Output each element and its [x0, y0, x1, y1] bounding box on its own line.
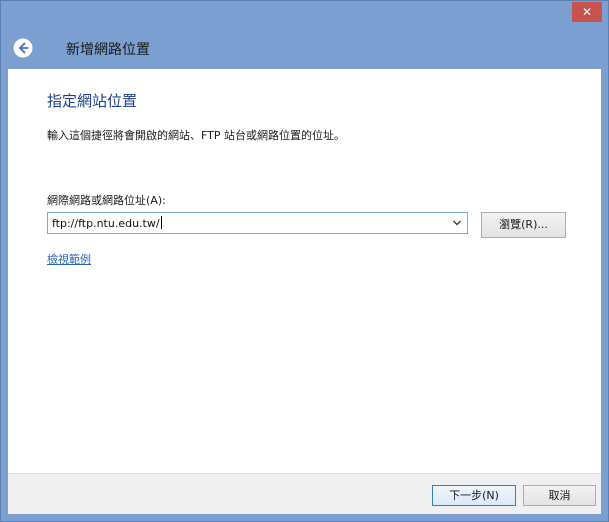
- chevron-down-icon[interactable]: [450, 216, 464, 230]
- back-button[interactable]: [13, 38, 33, 58]
- add-network-location-window: ✕ 新增網路位置 指定網站位置 輸入這個捷徑將會開啟的網站、FTP 站台或網路位…: [0, 0, 609, 522]
- address-label: 網際網路或網路位址(A):: [47, 194, 166, 207]
- close-icon: ✕: [581, 5, 593, 19]
- back-arrow-icon: [13, 38, 33, 58]
- browse-button[interactable]: 瀏覽(R)...: [481, 212, 566, 238]
- title-bar: ✕ 新增網路位置: [1, 1, 608, 69]
- address-input[interactable]: ftp://ftp.ntu.edu.tw/: [52, 216, 162, 230]
- address-combobox[interactable]: ftp://ftp.ntu.edu.tw/: [47, 212, 468, 234]
- window-title: 新增網路位置: [66, 42, 150, 58]
- instruction-text: 輸入這個捷徑將會開啟的網站、FTP 站台或網路位置的位址。: [47, 129, 345, 142]
- close-button[interactable]: ✕: [572, 2, 602, 22]
- page-title: 指定網站位置: [47, 92, 138, 110]
- cancel-button[interactable]: 取消: [523, 485, 596, 506]
- address-input-value: ftp://ftp.ntu.edu.tw/: [52, 217, 160, 230]
- next-button[interactable]: 下一步(N): [432, 485, 516, 506]
- text-caret: [160, 216, 162, 229]
- view-examples-link[interactable]: 檢視範例: [47, 251, 91, 267]
- wizard-content: 指定網站位置 輸入這個捷徑將會開啟的網站、FTP 站台或網路位置的位址。 網際網…: [8, 69, 601, 473]
- wizard-footer: 下一步(N) 取消: [8, 473, 601, 514]
